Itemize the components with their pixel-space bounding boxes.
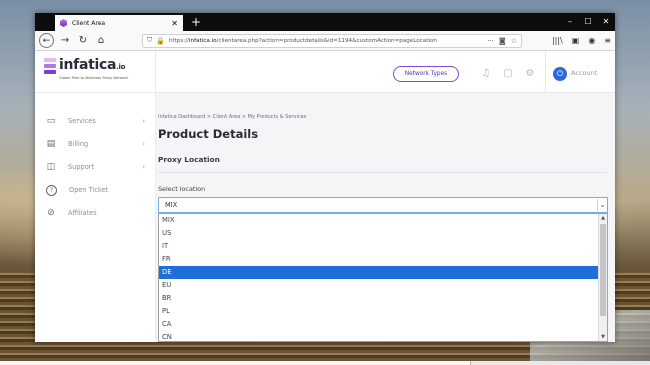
tab-strip: Client Area ✕ + – ☐ ✕ bbox=[35, 13, 615, 31]
sidebar-item-support[interactable]: ◫ Support › bbox=[45, 160, 145, 174]
back-button[interactable]: ← bbox=[39, 33, 54, 48]
new-tab-button[interactable]: + bbox=[191, 13, 201, 31]
logo-tagline: Global Peer-to-Business Proxy Network bbox=[59, 76, 129, 80]
pocket-icon[interactable]: ◙ bbox=[499, 37, 506, 45]
sidebar-item-label: Billing bbox=[68, 140, 89, 148]
chevron-right-icon: › bbox=[142, 117, 145, 125]
sidebar-item-affiliates[interactable]: ⊘ Affiliates bbox=[45, 206, 145, 220]
dropdown-option[interactable]: IT bbox=[159, 240, 607, 253]
scrollbar-thumb[interactable] bbox=[600, 224, 606, 316]
account-label[interactable]: Account bbox=[571, 69, 597, 77]
divider bbox=[158, 172, 607, 173]
bookmark-star-icon[interactable]: ☆ bbox=[511, 37, 517, 45]
location-dropdown-list: MIX US IT FR DE EU BR PL CA CN IN ▲ ▼ bbox=[158, 213, 608, 342]
tab-close-icon[interactable]: ✕ bbox=[171, 19, 178, 28]
infatica-logo[interactable]: infatica.io Global Peer-to-Business Prox… bbox=[44, 56, 154, 86]
chevron-down-icon[interactable]: ⌄ bbox=[597, 199, 607, 211]
hamburger-menu-icon[interactable]: ≡ bbox=[604, 36, 611, 45]
selected-value: MIX bbox=[165, 201, 178, 209]
page-actions-icon[interactable]: ··· bbox=[487, 37, 494, 45]
sidebar-icon[interactable]: ▣ bbox=[572, 36, 580, 45]
browser-tab[interactable]: Client Area ✕ bbox=[55, 15, 183, 31]
close-window-button[interactable]: ✕ bbox=[597, 13, 615, 31]
support-icon: ◫ bbox=[46, 162, 56, 172]
header-divider-right bbox=[545, 51, 546, 92]
taskbar-search[interactable] bbox=[0, 361, 471, 365]
location-select[interactable]: MIX ⌄ bbox=[158, 197, 608, 213]
sidebar-item-label: Services bbox=[68, 117, 96, 125]
minimize-button[interactable]: – bbox=[561, 13, 579, 31]
nav-bar: ← → ↻ ⌂ ⛉ 🔒 https://infatica.io/clientar… bbox=[35, 31, 615, 51]
taskbar bbox=[0, 361, 650, 365]
dropdown-option[interactable]: PL bbox=[159, 305, 607, 318]
dropdown-option[interactable]: CA bbox=[159, 318, 607, 331]
sidebar-item-label: Open Ticket bbox=[69, 186, 109, 194]
logo-name: infatica.io bbox=[59, 57, 126, 73]
page-title: Product Details bbox=[158, 127, 259, 141]
sidebar-item-billing[interactable]: ▤ Billing › bbox=[45, 137, 145, 151]
breadcrumb[interactable]: Infatica Dashboard > Client Area > My Pr… bbox=[158, 114, 306, 120]
dropdown-option[interactable]: CN bbox=[159, 331, 607, 341]
header-divider bbox=[155, 51, 156, 92]
lock-icon[interactable]: 🔒 bbox=[156, 37, 165, 45]
sidebar-item-label: Support bbox=[68, 163, 95, 171]
home-button[interactable]: ⌂ bbox=[94, 34, 108, 48]
cart-icon[interactable]: ▢ bbox=[501, 67, 515, 81]
dropdown-option[interactable]: BR bbox=[159, 292, 607, 305]
forward-button[interactable]: → bbox=[58, 34, 72, 48]
tab-title: Client Area bbox=[72, 19, 106, 27]
power-icon[interactable]: ⏻ bbox=[553, 67, 567, 81]
select-location-label: Select location bbox=[158, 185, 206, 193]
chevron-right-icon: › bbox=[142, 163, 145, 171]
dropdown-option[interactable]: US bbox=[159, 227, 607, 240]
browser-toolbar: |||\ ▣ ◉ ≡ bbox=[543, 36, 611, 45]
dropdown-scrollbar[interactable]: ▲ ▼ bbox=[598, 214, 607, 341]
sidebar-item-open-ticket[interactable]: ? Open Ticket bbox=[45, 183, 145, 197]
library-icon[interactable]: |||\ bbox=[552, 36, 563, 45]
scroll-up-icon[interactable]: ▲ bbox=[599, 214, 607, 222]
dropdown-option[interactable]: MIX bbox=[159, 214, 607, 227]
scroll-down-icon[interactable]: ▼ bbox=[599, 333, 607, 341]
main-content: Infatica Dashboard > Client Area > My Pr… bbox=[156, 93, 615, 342]
chevron-right-icon: › bbox=[142, 140, 145, 148]
dropdown-option[interactable]: FR bbox=[159, 253, 607, 266]
window-controls: – ☐ ✕ bbox=[561, 13, 615, 31]
firefox-account-icon[interactable]: ◉ bbox=[588, 36, 595, 45]
sidebar-item-label: Affiliates bbox=[68, 209, 97, 217]
url-text[interactable]: https://infatica.io/clientarea.php?actio… bbox=[169, 38, 482, 44]
briefcase-icon: ▭ bbox=[46, 116, 56, 126]
favicon-icon bbox=[60, 19, 67, 27]
settings-gear-icon[interactable]: ⚙ bbox=[523, 67, 537, 81]
network-types-button[interactable]: Network Types bbox=[393, 66, 459, 82]
section-heading: Proxy Location bbox=[158, 155, 220, 164]
maximize-button[interactable]: ☐ bbox=[579, 13, 597, 31]
dropdown-option-highlighted[interactable]: DE bbox=[159, 266, 607, 279]
app-header: infatica.io Global Peer-to-Business Prox… bbox=[35, 51, 615, 93]
card-icon: ▤ bbox=[46, 139, 56, 149]
bell-icon[interactable]: ♫ bbox=[479, 67, 493, 81]
link-icon: ⊘ bbox=[47, 208, 55, 218]
question-icon: ? bbox=[46, 184, 57, 196]
sidebar: ▭ Services › ▤ Billing › ◫ Support › ? O… bbox=[35, 93, 156, 342]
reload-button[interactable]: ↻ bbox=[76, 34, 90, 48]
shield-icon[interactable]: ⛉ bbox=[147, 36, 152, 45]
logo-mark-icon bbox=[44, 58, 56, 78]
url-bar[interactable]: ⛉ 🔒 https://infatica.io/clientarea.php?a… bbox=[142, 33, 522, 48]
browser-window: Client Area ✕ + – ☐ ✕ ← → ↻ ⌂ ⛉ 🔒 https:… bbox=[35, 13, 615, 342]
sidebar-item-services[interactable]: ▭ Services › bbox=[45, 114, 145, 128]
dropdown-option[interactable]: EU bbox=[159, 279, 607, 292]
